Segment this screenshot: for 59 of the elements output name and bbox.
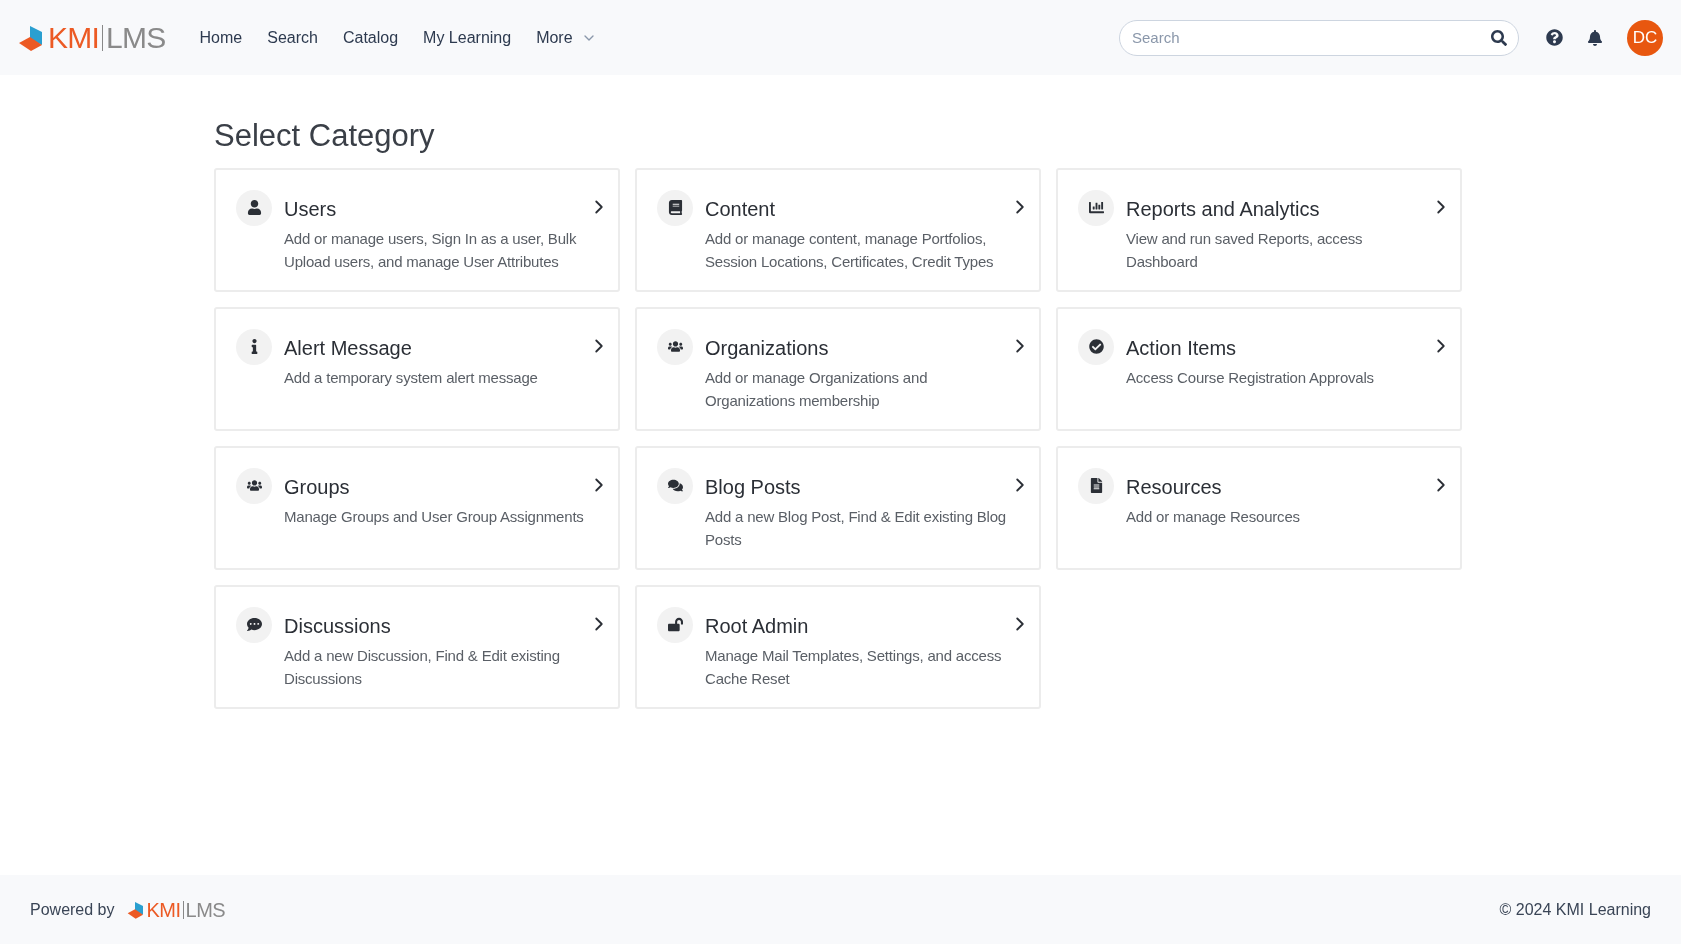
category-title: Reports and Analytics — [1126, 196, 1321, 222]
category-description: Add a new Discussion, Find & Edit existing Discussions — [284, 645, 561, 689]
category-title: Discussions — [284, 613, 392, 639]
category-card[interactable]: Groups Manage Groups and User Group Assignments — [214, 445, 620, 570]
nav-link[interactable]: Home — [199, 25, 243, 50]
category-card[interactable]: Organizations Add or manage Organizations and Organizations membership — [635, 306, 1041, 431]
chat-bubble-icon — [246, 617, 262, 632]
category-description: Manage Groups and User Group Assignments — [284, 506, 585, 527]
category-card[interactable]: Reports and Analytics View and run saved Reports, access Dashboard — [1056, 167, 1462, 292]
nav-link[interactable]: Search — [267, 25, 318, 50]
document-icon — [1088, 478, 1104, 493]
nav-link[interactable]: More — [536, 25, 597, 50]
book-icon — [667, 200, 683, 215]
category-title: Blog Posts — [705, 474, 802, 500]
user-avatar[interactable]: DC — [1627, 19, 1663, 56]
category-description: Add or manage Organizations and Organizations membership — [705, 367, 929, 411]
logo-product-text: LMS — [106, 22, 166, 53]
chat-bubbles-icon — [667, 478, 683, 493]
page-title: Select Category — [214, 117, 436, 155]
category-title: Users — [284, 196, 338, 222]
search-icon[interactable] — [1491, 29, 1507, 46]
category-card[interactable]: Root Admin Manage Mail Templates, Settings, and access Cache Reset — [635, 584, 1041, 709]
category-description: Manage Mail Templates, Settings, and access Cache Reset — [705, 645, 1003, 689]
category-description: Add or manage Resources — [1126, 506, 1301, 527]
bar-chart-icon — [1088, 200, 1104, 215]
copyright-text: © 2024 KMI Learning — [1499, 899, 1651, 920]
category-description: Add a temporary system alert message — [284, 367, 539, 388]
nav-link[interactable]: Catalog — [342, 25, 399, 50]
category-title: Resources — [1126, 474, 1223, 500]
category-title: Organizations — [705, 335, 830, 361]
logo-brand-text: KMI — [48, 22, 100, 53]
nav-link[interactable]: My Learning — [423, 25, 512, 50]
bell-icon[interactable] — [1587, 29, 1603, 46]
category-title: Action Items — [1126, 335, 1238, 361]
people-icon — [667, 339, 683, 354]
category-title: Alert Message — [284, 335, 413, 361]
category-card[interactable]: Alert Message Add a temporary system alert message — [214, 306, 620, 431]
category-card[interactable]: Users Add or manage users, Sign In as a user, Bulk Upload users, and manage User Attributes — [214, 167, 620, 292]
category-description: Access Course Registration Approvals — [1126, 367, 1375, 388]
people-icon — [246, 478, 262, 493]
category-card[interactable]: Resources Add or manage Resources — [1056, 445, 1462, 570]
category-card[interactable]: Blog Posts Add a new Blog Post, Find & Edit existing Blog Posts — [635, 445, 1041, 570]
category-card[interactable]: Action Items Access Course Registration Approvals — [1056, 306, 1462, 431]
category-description: View and run saved Reports, access Dashboard — [1126, 228, 1364, 272]
user-icon — [246, 200, 262, 215]
category-description: Add or manage content, manage Portfolios, Session Locations, Certificates, Credit Types — [705, 228, 995, 272]
category-description: Add or manage users, Sign In as a user, Bulk Upload users, and manage User Attributes — [284, 228, 578, 272]
category-description: Add a new Blog Post, Find & Edit existing Blog Posts — [705, 506, 1007, 550]
powered-by-text: Powered by — [30, 899, 115, 920]
search-field[interactable]: Search — [1119, 19, 1519, 56]
category-card[interactable]: Content Add or manage content, manage Portfolios, Session Locations, Certificates, Credit Types — [635, 167, 1041, 292]
logo-product-text: LMS — [185, 899, 226, 920]
category-title: Groups — [284, 474, 351, 500]
padlock-icon — [667, 617, 683, 632]
help-icon[interactable] — [1546, 29, 1563, 46]
category-title: Content — [705, 196, 777, 222]
category-title: Root Admin — [705, 613, 810, 639]
logo-brand-text: KMI — [146, 899, 181, 920]
category-card[interactable]: Discussions Add a new Discussion, Find & Edit existing Discussions — [214, 584, 620, 709]
